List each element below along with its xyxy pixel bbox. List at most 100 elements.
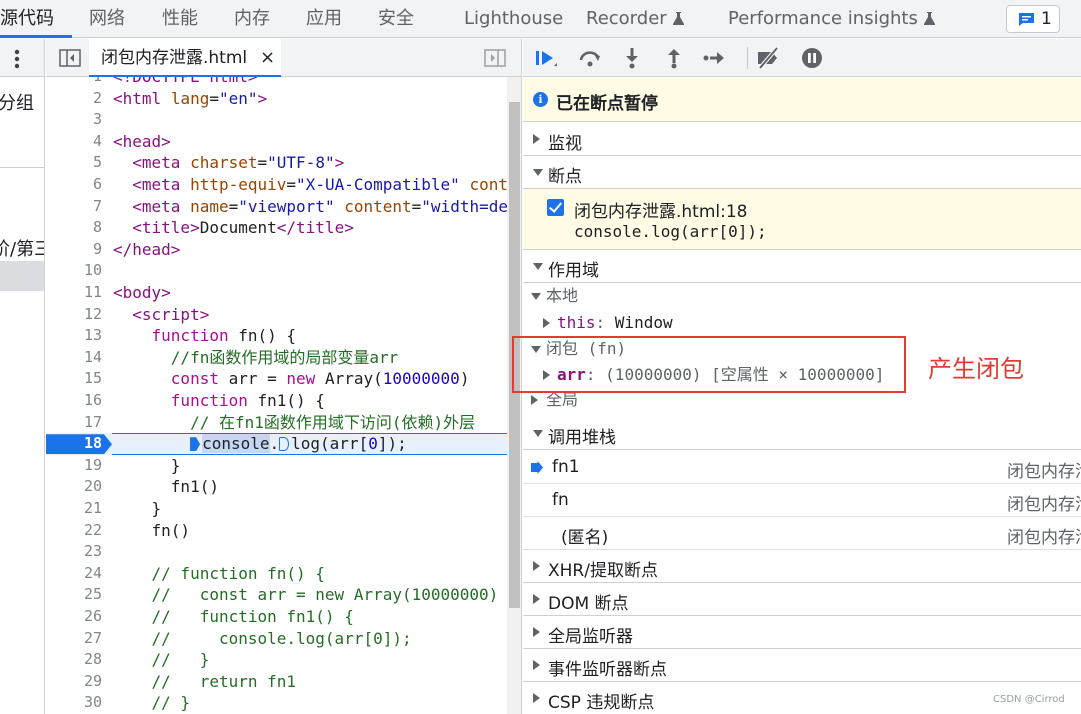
section-watch[interactable]: 监视 <box>523 123 1081 156</box>
code-line[interactable]: 30 // } <box>46 692 521 714</box>
code-line[interactable]: 1 <!DOCTYPE html> <box>46 77 521 88</box>
navigator-text-group[interactable]: 分组 <box>0 89 34 115</box>
code-line[interactable]: 16 function fn1() { <box>46 390 521 412</box>
toggle-navigator-icon[interactable] <box>59 49 81 67</box>
line-number[interactable]: 30 <box>46 692 102 714</box>
line-number[interactable]: 12 <box>46 304 102 326</box>
line-number[interactable]: 14 <box>46 347 102 369</box>
code-line[interactable]: 5 <meta charset="UTF-8"> <box>46 152 521 174</box>
pause-on-exceptions-icon[interactable] <box>799 46 825 70</box>
toggle-debugger-icon[interactable] <box>484 49 506 67</box>
tab-application[interactable]: 应用 <box>306 0 342 38</box>
code-line[interactable]: 7 <meta name="viewport" content="width=d… <box>46 196 521 218</box>
section-xhr-breakpoints[interactable]: XHR/提取断点 <box>523 550 1081 583</box>
code-line[interactable]: 19 } <box>46 455 521 477</box>
code-line[interactable]: 20 fn1() <box>46 476 521 498</box>
line-number[interactable]: 3 <box>46 109 102 131</box>
code-line[interactable]: 2 <html lang="en"> <box>46 88 521 110</box>
issues-button[interactable]: 1 <box>1006 5 1060 33</box>
line-number[interactable]: 1 <box>46 77 102 88</box>
line-number[interactable]: 13 <box>46 325 102 347</box>
file-tab[interactable]: 闭包内存泄露.html <box>89 39 281 77</box>
code-line[interactable]: 21 } <box>46 498 521 520</box>
scope-this[interactable]: this: Window <box>543 311 673 335</box>
deactivate-breakpoints-icon[interactable] <box>755 46 781 70</box>
code-line[interactable]: 15 const arr = new Array(10000000) <box>46 368 521 390</box>
code-line[interactable]: 9 </head> <box>46 239 521 261</box>
callstack-frame[interactable]: fn1 闭包内存泄露.html:18 <box>523 451 1081 484</box>
frame-location[interactable]: 闭包内存泄露.html:22 <box>1007 523 1081 548</box>
line-number[interactable]: 18 <box>46 433 102 455</box>
line-number[interactable]: 6 <box>46 174 102 196</box>
callstack-frame[interactable]: (匿名) 闭包内存泄露.html:22 <box>523 517 1081 550</box>
code-area[interactable]: 1 <!DOCTYPE html> 2 <html lang="en"> 34 <head… <box>46 77 521 714</box>
tab-network[interactable]: 网络 <box>89 0 125 38</box>
more-options-icon[interactable] <box>14 49 20 69</box>
line-number[interactable]: 22 <box>46 520 102 542</box>
scope-local[interactable]: 本地 <box>531 284 578 308</box>
close-tab-icon[interactable]: × <box>260 39 275 77</box>
line-number[interactable]: 5 <box>46 152 102 174</box>
navigator-text-folder[interactable]: 阶/第三 <box>0 235 44 261</box>
tab-security[interactable]: 安全 <box>378 0 414 38</box>
tab-recorder[interactable]: Recorder <box>586 0 684 38</box>
section-global-listeners[interactable]: 全局监听器 <box>523 616 1081 649</box>
line-number[interactable]: 10 <box>46 260 102 282</box>
line-number[interactable]: 20 <box>46 476 102 498</box>
code-line[interactable]: 27 // console.log(arr[0]); <box>46 628 521 650</box>
tab-performance[interactable]: 性能 <box>162 0 198 38</box>
step-icon[interactable] <box>701 46 727 70</box>
line-number[interactable]: 9 <box>46 239 102 261</box>
step-over-icon[interactable] <box>577 46 603 70</box>
editor-scrollbar[interactable] <box>507 77 521 714</box>
code-line[interactable]: 25 // const arr = new Array(10000000) <box>46 584 521 606</box>
code-line[interactable]: 11 <body> <box>46 282 521 304</box>
breakpoint-checkbox[interactable] <box>547 199 564 216</box>
line-number[interactable]: 4 <box>46 131 102 153</box>
code-line[interactable]: 13 function fn() { <box>46 325 521 347</box>
line-number[interactable]: 19 <box>46 455 102 477</box>
code-line[interactable]: 29 // return fn1 <box>46 671 521 693</box>
code-line[interactable]: 23 <box>46 541 521 563</box>
line-number[interactable]: 17 <box>46 412 102 434</box>
line-number[interactable]: 28 <box>46 649 102 671</box>
code-line[interactable]: 8 <title>Document</title> <box>46 217 521 239</box>
tab-memory[interactable]: 内存 <box>234 0 270 38</box>
frame-location[interactable]: 闭包内存泄露.html:20 <box>1007 490 1081 515</box>
section-breakpoints[interactable]: 断点 <box>523 156 1081 189</box>
line-number[interactable]: 23 <box>46 541 102 563</box>
tab-sources[interactable]: 源代码 <box>0 0 54 38</box>
line-number[interactable]: 21 <box>46 498 102 520</box>
line-number[interactable]: 11 <box>46 282 102 304</box>
line-number[interactable]: 7 <box>46 196 102 218</box>
code-line[interactable]: 10 <box>46 260 521 282</box>
code-line[interactable]: 22 fn() <box>46 520 521 542</box>
callstack-frame[interactable]: fn 闭包内存泄露.html:20 <box>523 484 1081 517</box>
line-number[interactable]: 8 <box>46 217 102 239</box>
code-line[interactable]: 6 <meta http-equiv="X-UA-Compatible" con… <box>46 174 521 196</box>
navigator-selected-item[interactable] <box>0 261 44 291</box>
frame-location[interactable]: 闭包内存泄露.html:18 <box>1007 457 1081 482</box>
breakpoint-location[interactable]: 闭包内存泄露.html:18 <box>574 197 748 222</box>
line-number[interactable]: 25 <box>46 584 102 606</box>
code-line[interactable]: 3 <box>46 109 521 131</box>
section-callstack[interactable]: 调用堆栈 <box>523 417 1081 450</box>
code-line[interactable]: 12 <script> <box>46 304 521 326</box>
code-line[interactable]: 28 // } <box>46 649 521 671</box>
code-line[interactable]: 14 //fn函数作用域的局部变量arr <box>46 347 521 369</box>
step-into-icon[interactable] <box>619 46 645 70</box>
tab-performance-insights[interactable]: Performance insights <box>728 0 935 38</box>
code-line[interactable]: 17 // 在fn1函数作用域下访问(依赖)外层 <box>46 412 521 434</box>
line-number[interactable]: 27 <box>46 628 102 650</box>
line-number[interactable]: 15 <box>46 368 102 390</box>
tab-lighthouse[interactable]: Lighthouse <box>464 0 563 38</box>
line-number[interactable]: 24 <box>46 563 102 585</box>
step-out-icon[interactable] <box>661 46 687 70</box>
code-line[interactable]: 4 <head> <box>46 131 521 153</box>
code-line[interactable]: 24 // function fn() { <box>46 563 521 585</box>
line-number[interactable]: 29 <box>46 671 102 693</box>
resume-icon[interactable] <box>533 46 559 70</box>
code-line[interactable]: 18 console. log(arr[0]); <box>46 433 521 455</box>
section-dom-breakpoints[interactable]: DOM 断点 <box>523 583 1081 616</box>
line-number[interactable]: 2 <box>46 88 102 110</box>
